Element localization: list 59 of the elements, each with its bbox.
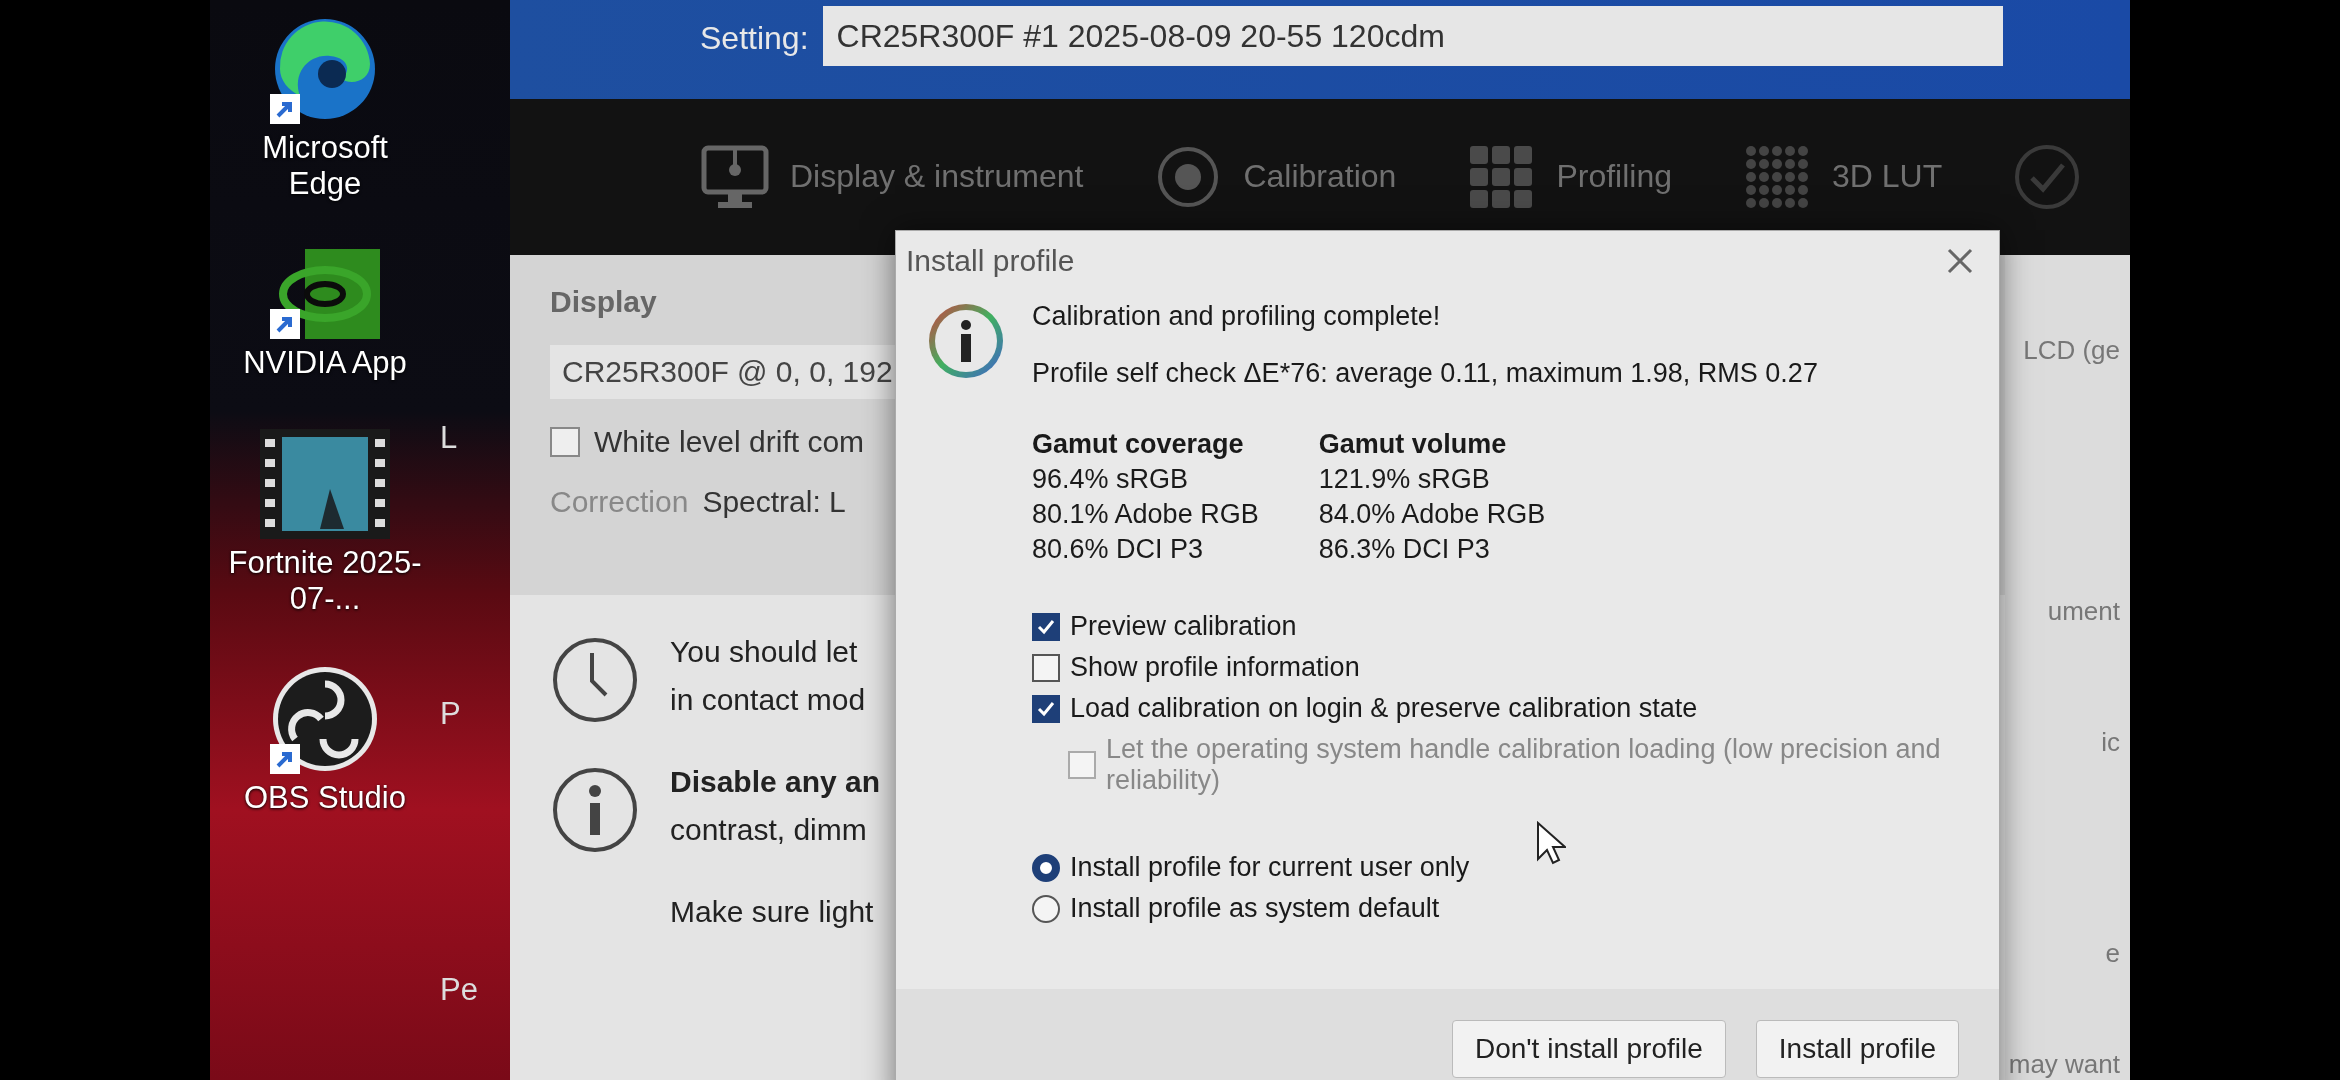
dialog-title: Install profile [906,244,1075,278]
checkbox-label: Load calibration on login & preserve calibration state [1070,693,1698,724]
info-icon [550,765,640,855]
checkbox[interactable] [550,427,580,457]
checkbox-label: Show profile information [1070,652,1360,683]
checkbox-label: White level drift com [594,425,865,459]
radio-label: Install profile as system default [1070,893,1440,924]
gamut-value: 80.6% DCI P3 [1032,534,1205,565]
note-text: contrast, dimm [670,813,868,847]
note-text: in contact mod [670,683,866,717]
setting-label: Setting: [700,20,809,57]
gamut-value: 121.9% sRGB [1318,464,1491,495]
note-text: Make sure light [670,895,874,929]
correction-label: Correction [550,485,689,519]
checkbox[interactable] [1032,694,1060,723]
partial-text: ument [2047,596,2120,627]
checkbox-label: Preview calibration [1070,611,1297,642]
correction-dropdown[interactable]: Spectral: L [702,485,846,519]
checkmark-icon [1037,699,1055,718]
mouse-pointer-icon [1536,821,1566,865]
clock-icon [550,635,640,725]
partial-text: LCD (ge [2023,335,2120,366]
section-title: Display [550,285,657,319]
gamut-value: 84.0% Adobe RGB [1318,499,1546,530]
gamut-value: 80.1% Adobe RGB [1032,499,1259,530]
checkbox[interactable] [1032,653,1060,682]
checkbox-label: Let the operating system handle calibration loading (low precision and reliability) [1106,734,1942,796]
checkmark-icon [1037,617,1055,636]
gamut-value: 86.3% DCI P3 [1318,534,1491,565]
info-icon [926,301,1006,381]
column-heading: Gamut volume [1318,429,1508,460]
tab[interactable]: Display & instrument [700,141,1084,212]
desktop-icon-label[interactable]: P [440,696,510,732]
desktop-icon-label[interactable]: L [440,420,510,456]
desktop-icon-label[interactable]: Microsoft Edge [225,130,425,202]
dialog-button[interactable]: Install profile [1755,1020,1959,1078]
message-text: Calibration and profiling complete! [1032,301,1442,332]
self-check-text: Profile self check ΔE*76: average 0.11, maximum 1.98, RMS 0.27 [1032,358,1819,389]
dialog-button[interactable]: Don't install profile [1451,1020,1726,1078]
desktop-icon-label[interactable]: Pe [440,972,510,1008]
checkbox[interactable] [1032,612,1060,641]
tab[interactable]: Profiling [1466,141,1672,212]
radio-button[interactable] [1032,853,1060,882]
partial-text: may want [2008,1049,2120,1080]
gamut-value: 96.4% sRGB [1032,464,1190,495]
column-heading: Gamut coverage [1032,429,1245,460]
setting-field[interactable]: CR25R300F #1 2025-08-09 20-55 120cdm [822,6,2003,66]
radio-button[interactable] [1032,894,1060,923]
desktop-icon-label[interactable]: Fortnite 2025-07-... [225,544,425,617]
tab[interactable]: Calibration [1153,141,1397,212]
note-text: You should let [670,635,859,669]
partial-text: e [2105,938,2120,969]
partial-text: ic [2101,727,2120,758]
note-heading: Disable any an [670,765,881,799]
desktop-icon-label[interactable]: NVIDIA App [225,345,425,381]
radio-label: Install profile for current user only [1070,852,1470,883]
desktop-icon-label[interactable]: OBS Studio [225,780,425,816]
close-icon [1945,246,1975,276]
tab[interactable]: 3D LUT [1742,141,1943,212]
